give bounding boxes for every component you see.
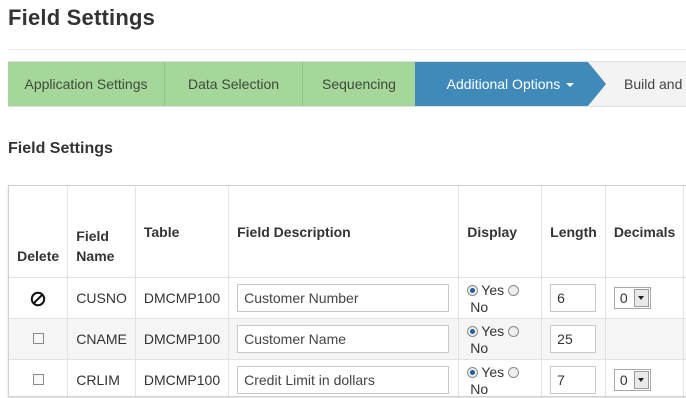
field-settings-grid: Delete Field Name Table Field Descriptio… [8,185,686,397]
description-cell: Credit Limit in dollars [228,359,460,396]
radio-yes-label: Yes [481,364,505,380]
step-application-settings[interactable]: Application Settings [8,62,165,106]
decimals-select[interactable]: 0 [613,369,651,391]
header-decimals: Decimals [605,186,685,278]
radio-no-label: No [470,299,489,316]
table-row: CNAME DMCMP100 Customer Name YesNo 25 [9,318,686,360]
display-yes-radio[interactable] [467,284,479,296]
step-arrow-active [588,62,606,106]
table-row: CRLIM DMCMP100 Credit Limit in dollars Y… [9,359,686,397]
step-sequencing[interactable]: Sequencing [303,62,415,106]
length-input[interactable]: 7 [550,366,597,394]
display-no-radio[interactable] [508,325,520,337]
length-cell: 6 [541,277,606,319]
description-cell: Customer Number [228,277,460,319]
step-label: Application Settings [24,76,148,92]
length-cell: 7 [541,359,606,396]
radio-no-label: No [470,381,489,397]
display-cell: YesNo [458,318,543,360]
wizard-steps: Application Settings Data Selection Sequ… [8,61,686,107]
title-divider [8,49,686,50]
table-cell: DMCMP100 [135,318,230,360]
radio-no-label: No [470,340,489,357]
header-delete: Delete [9,186,69,278]
section-title: Field Settings [8,140,113,157]
chevron-down-icon[interactable] [633,289,649,307]
prohibited-icon [30,291,46,306]
decimals-select[interactable]: 0 [613,287,651,309]
delete-checkbox[interactable] [32,374,44,385]
delete-cell [9,277,69,319]
display-no-radio[interactable] [508,284,520,296]
delete-checkbox[interactable] [32,333,44,344]
field-description-input[interactable]: Customer Number [237,284,450,312]
radio-yes-label: Yes [481,323,505,339]
display-cell: YesNo [458,359,543,397]
field-name-cell: CUSNO [67,277,136,319]
display-yes-radio[interactable] [467,325,479,337]
length-cell: 25 [541,318,606,360]
decimals-cell [605,318,685,360]
step-label: Sequencing [322,76,396,92]
display-no-radio[interactable] [508,366,520,378]
table-cell: DMCMP100 [135,359,230,396]
field-settings-table: Delete Field Name Table Field Descriptio… [9,186,686,397]
field-description-input[interactable]: Credit Limit in dollars [237,366,450,394]
delete-cell [9,359,69,396]
decimals-cell: 0 [605,277,685,319]
step-additional-options[interactable]: Additional Options [415,62,588,106]
step-label: Additional Options [446,76,561,92]
page-title: Field Settings [8,5,156,30]
length-input[interactable]: 25 [550,325,597,353]
chevron-down-icon[interactable] [633,371,649,389]
length-input[interactable]: 6 [550,284,597,312]
display-cell: YesNo [458,277,543,319]
field-name-cell: CRLIM [67,359,136,396]
step-label: Data Selection [187,76,280,92]
field-name-cell: CNAME [67,318,136,360]
display-yes-radio[interactable] [467,366,479,378]
radio-yes-label: Yes [481,282,505,298]
delete-cell [9,318,69,360]
header-display: Display [458,186,543,278]
step-build-and-generate[interactable]: Build and G [624,62,686,106]
header-field-name: Field Name [67,186,136,278]
description-cell: Customer Name [228,318,460,360]
decimals-cell: 0 [605,359,685,396]
step-data-selection[interactable]: Data Selection [165,62,303,106]
header-table: Table [135,186,230,278]
caret-down-icon [566,83,575,88]
step-label: Build and G [624,76,686,92]
header-length: Length [541,186,606,278]
header-field-description: Field Description [228,186,460,278]
table-row: CUSNO DMCMP100 Customer Number YesNo 6 0 [9,277,686,319]
table-cell: DMCMP100 [135,277,230,319]
field-description-input[interactable]: Customer Name [237,325,450,353]
